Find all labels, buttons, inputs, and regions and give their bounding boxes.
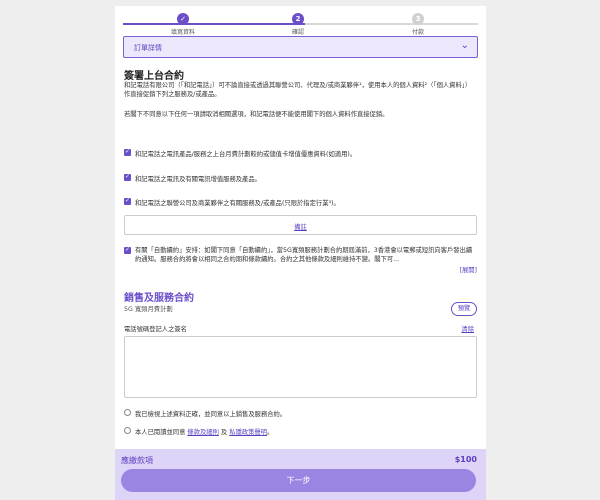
step-fill-info: ✓ 填寫資料 [153, 13, 213, 36]
auto-renew-text: 有關「自動續約」安排：如閣下同意「自動續約」，當5G寬頻服務計劃合約期屆滿前，3… [135, 247, 473, 263]
agree-terms-radio[interactable] [124, 427, 131, 434]
marketing-option-1: 和記電話之電訊產品/服務之上台月費計劃較約或儲值卡增值優惠資料(如適用)。 [135, 151, 357, 158]
terms-link[interactable]: 條款及細則 [187, 429, 218, 436]
signature-pad[interactable] [124, 336, 477, 398]
suffix-text: 。 [266, 429, 274, 436]
preview-button[interactable]: 預覽 [451, 302, 477, 316]
next-button[interactable]: 下一步 [121, 469, 476, 492]
confirm-info-text: 我已檢視上述資料正確，並同意以上銷售及服務合約。 [135, 411, 287, 418]
marketing-checkbox-3[interactable] [124, 197, 131, 205]
amount-due-label: 應繳款項 [121, 456, 153, 465]
signature-label: 電話號碼登記人之簽名 [124, 326, 187, 333]
agree-terms-text: 本人已閱讀並同意 條款及細則 及 私隱政策聲明。 [135, 427, 273, 436]
step-number: 3 [412, 13, 424, 25]
auto-renew-checkbox[interactable] [124, 246, 131, 254]
chevron-down-icon: ⌄ [460, 40, 469, 51]
marketing-intro: 和記電話有限公司（「和記電話」）可不論直接或透過其聯營公司、代理及/或商業夥伴¹… [124, 82, 472, 98]
clear-signature-link[interactable]: 清除 [461, 324, 474, 333]
agree-prefix: 本人已閱讀並同意 [135, 429, 186, 436]
notes-toggle[interactable]: 備註 [124, 215, 477, 235]
notes-link[interactable]: 備註 [125, 222, 476, 231]
order-details-label: 訂單詳情 [134, 44, 162, 52]
step-label: 確認 [291, 29, 304, 36]
step-number: 2 [292, 13, 304, 25]
amount-due-value: $100 [454, 455, 477, 464]
checkout-footer: 應繳款項 $100 下一步 [115, 449, 486, 500]
step-payment: 3 付款 [388, 13, 448, 36]
privacy-link[interactable]: 私隱政策聲明 [229, 429, 267, 436]
contract-title: 銷售及服務合約 [124, 293, 194, 304]
marketing-checkbox-2[interactable] [124, 173, 131, 181]
check-icon: ✓ [177, 13, 189, 25]
confirm-info-radio[interactable] [124, 409, 131, 416]
marketing-checkbox-1[interactable] [124, 148, 131, 156]
step-label: 填寫資料 [170, 29, 195, 36]
step-confirm: 2 確認 [268, 13, 328, 36]
order-details-toggle[interactable]: 訂單詳情 ⌄ [123, 36, 478, 58]
and-text: 及 [220, 429, 228, 436]
checkout-card: ✓ 填寫資料 2 確認 3 付款 訂單詳情 ⌄ 簽署上台合約 和記電話有限公司（… [115, 6, 486, 500]
step-label: 付款 [411, 29, 424, 36]
expand-link[interactable]: [展開] [459, 265, 477, 274]
marketing-opt-out-note: 若閣下不同意以下任何一項請取消相關選項，和記電話便不能使用閣下的個人資料作直接促… [124, 111, 389, 118]
section-title: 簽署上台合約 [124, 71, 184, 82]
plan-name: 5G 寬頻月費計劃 [124, 306, 173, 313]
marketing-option-3: 和記電話之聯營公司及商業夥伴之有關服務及/或產品(只限於指定行業³)。 [135, 200, 340, 207]
marketing-option-2: 和記電話之電訊及有關電訊增值服務及產品。 [135, 176, 261, 183]
